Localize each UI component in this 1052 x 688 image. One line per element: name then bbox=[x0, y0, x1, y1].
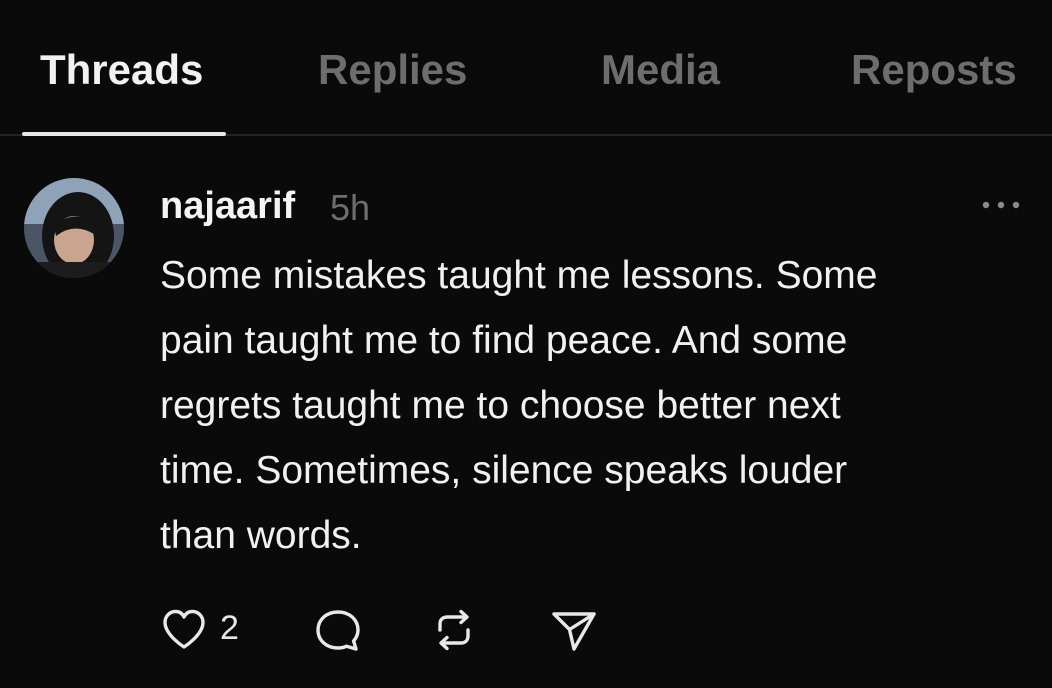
share-button[interactable] bbox=[548, 606, 600, 654]
repost-button[interactable] bbox=[428, 606, 480, 654]
more-options-button[interactable] bbox=[976, 190, 1026, 220]
tab-media[interactable]: Media bbox=[601, 44, 720, 96]
heart-icon bbox=[163, 609, 205, 649]
profile-threads-view: Threads Replies Media Reposts najaarif 5… bbox=[0, 0, 1052, 688]
like-count: 2 bbox=[220, 609, 239, 647]
post-username[interactable]: najaarif bbox=[160, 183, 295, 229]
post-timestamp: 5h bbox=[330, 187, 371, 228]
repost-icon bbox=[438, 609, 470, 651]
send-icon bbox=[552, 612, 596, 651]
active-tab-indicator bbox=[22, 132, 226, 136]
avatar-image bbox=[24, 178, 124, 278]
post-text-line: than words. bbox=[160, 514, 362, 557]
tab-replies[interactable]: Replies bbox=[318, 44, 467, 96]
post-text-line: pain taught me to find peace. And some bbox=[160, 319, 848, 362]
post-text-line: regrets taught me to choose better next bbox=[160, 384, 841, 427]
reply-button[interactable] bbox=[312, 606, 364, 654]
tab-threads[interactable]: Threads bbox=[40, 44, 203, 96]
comment-icon bbox=[316, 610, 360, 651]
post-text-line: time. Sometimes, silence speaks louder bbox=[160, 449, 848, 492]
post-text: Some mistakes taught me lessons. Some pa… bbox=[160, 243, 1040, 568]
post-text-line: Some mistakes taught me lessons. Some bbox=[160, 254, 878, 297]
avatar[interactable] bbox=[24, 178, 124, 278]
tab-reposts[interactable]: Reposts bbox=[851, 44, 1017, 96]
more-horizontal-icon bbox=[982, 201, 1020, 209]
profile-tabs: Threads Replies Media Reposts bbox=[0, 0, 1052, 136]
